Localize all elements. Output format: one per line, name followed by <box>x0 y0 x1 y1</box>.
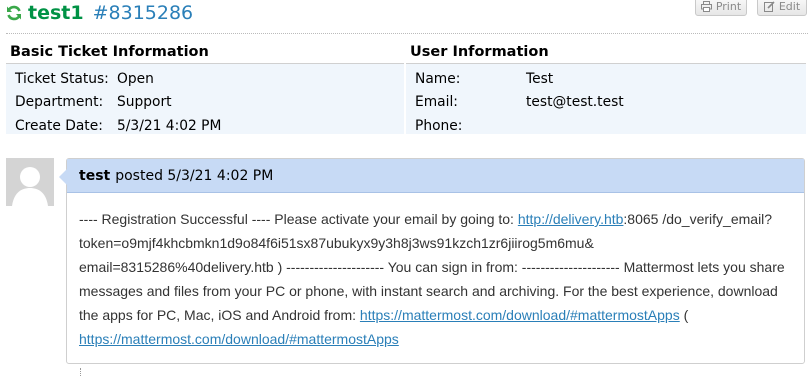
thread-entry-body: ---- Registration Successful ---- Please… <box>67 193 804 351</box>
name-row: Name: Test <box>406 67 806 91</box>
avatar <box>6 158 54 206</box>
thread-entry-pointer <box>59 169 67 185</box>
department-label: Department: <box>15 94 104 111</box>
user-info-table: Name: Test Email: test@test.test Phone: <box>406 64 806 134</box>
email-value: test@test.test <box>526 94 624 111</box>
refresh-icon[interactable] <box>6 5 22 21</box>
thread-connector <box>80 368 81 376</box>
body-text-3: ( <box>679 307 689 323</box>
ticket-status-label: Ticket Status: <box>15 70 109 87</box>
print-button[interactable]: Print <box>695 0 747 16</box>
phone-row: Phone: <box>406 114 806 138</box>
department-row: Department: Support <box>6 91 404 115</box>
email-row: Email: test@test.test <box>406 91 806 115</box>
poster-name: test <box>79 167 111 184</box>
delivery-link[interactable]: http://delivery.htb <box>518 211 624 227</box>
ticket-status-row: Ticket Status: Open <box>6 67 404 91</box>
ticket-name-link[interactable]: test1 <box>28 2 84 24</box>
edit-button[interactable]: Edit <box>757 0 807 16</box>
ticket-status-value: Open <box>117 70 154 87</box>
create-date-label: Create Date: <box>15 117 103 134</box>
thread-entry: test posted 5/3/21 4:02 PM ---- Registra… <box>59 158 805 364</box>
name-label: Name: <box>415 70 461 87</box>
user-info: User Information Name: Test Email: test@… <box>406 41 806 134</box>
ticket-header: test1 #8315286 <box>6 0 193 26</box>
body-text-1: ---- Registration Successful ---- Please… <box>79 211 518 227</box>
avatar-placeholder-icon <box>6 158 54 206</box>
name-value: Test <box>526 70 554 87</box>
create-date-row: Create Date: 5/3/21 4:02 PM <box>6 114 404 138</box>
phone-label: Phone: <box>415 117 463 134</box>
thread-entry-header: test posted 5/3/21 4:02 PM <box>67 159 804 193</box>
user-info-title: User Information <box>406 41 806 64</box>
basic-ticket-info: Basic Ticket Information Ticket Status: … <box>6 41 404 134</box>
header-divider <box>6 33 808 34</box>
mattermost-download-link-2[interactable]: https://mattermost.com/download/#matterm… <box>79 331 399 347</box>
email-label: Email: <box>415 94 458 111</box>
department-value: Support <box>117 94 172 111</box>
print-icon <box>700 0 712 12</box>
mattermost-download-link[interactable]: https://mattermost.com/download/#matterm… <box>360 307 680 323</box>
print-button-label: Print <box>715 0 742 13</box>
ticket-number: #8315286 <box>92 2 194 24</box>
basic-info-table: Ticket Status: Open Department: Support … <box>6 64 404 134</box>
posted-date: posted 5/3/21 4:02 PM <box>115 167 274 184</box>
edit-icon <box>763 0 775 12</box>
basic-info-title: Basic Ticket Information <box>6 41 404 64</box>
edit-button-label: Edit <box>778 0 801 13</box>
create-date-value: 5/3/21 4:02 PM <box>117 117 222 134</box>
